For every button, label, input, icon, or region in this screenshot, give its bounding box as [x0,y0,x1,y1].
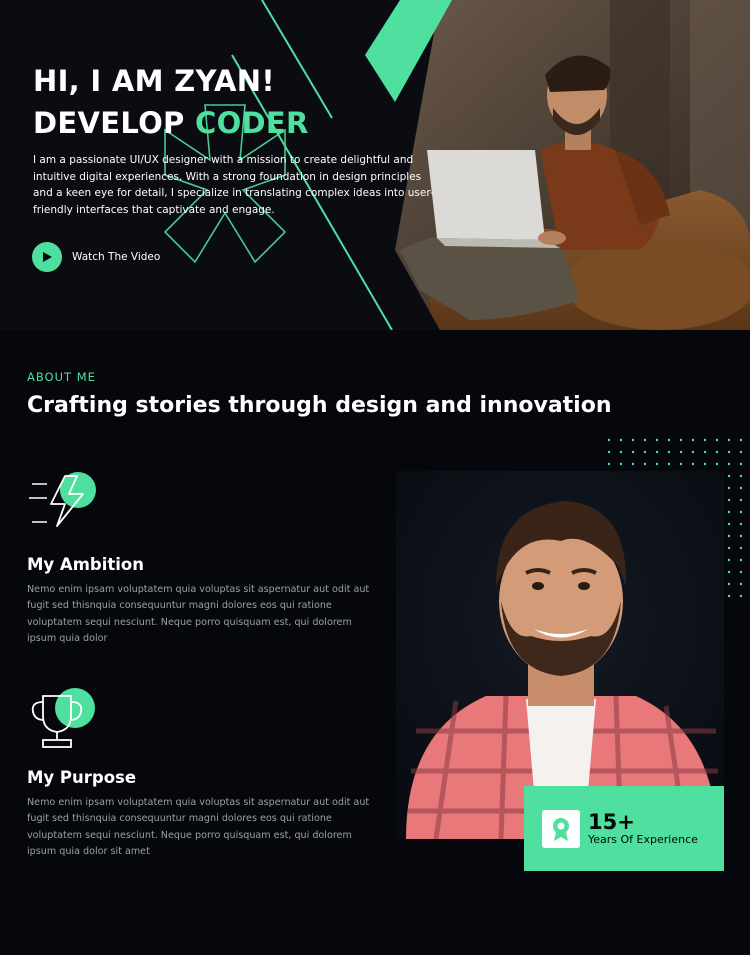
experience-label: Years Of Experience [588,833,698,846]
hero-heading-line2-accent: CODER [195,106,309,140]
hero-heading-line1: HI, I AM ZYAN! [33,64,275,98]
portrait-photo [396,471,724,839]
feature-purpose: My Purpose Nemo enim ipsam voluptatem qu… [27,768,377,860]
about-section-label: ABOUT ME [27,370,96,384]
feature-title: My Purpose [27,768,137,787]
hero-heading-line2-white: DEVELOP [33,106,185,140]
watch-video-link[interactable]: Watch The Video [32,242,160,272]
trophy-icon [31,688,95,748]
experience-icon-box [542,809,580,848]
feature-text: Nemo enim ipsam voluptatem quia voluptas… [27,797,370,857]
bolt-icon [29,472,96,527]
feature-ambition: My Ambition Nemo enim ipsam voluptatem q… [27,555,377,647]
play-button[interactable] [32,242,62,272]
about-section-title: Crafting stories through design and inno… [27,393,612,418]
experience-card: 15+ Years Of Experience [524,786,724,871]
feature-title: My Ambition [27,555,144,574]
experience-number: 15+ [588,810,635,834]
award-icon [553,817,569,841]
smiling-man-portrait [396,471,724,839]
play-icon [43,252,52,262]
feature-text: Nemo enim ipsam voluptatem quia voluptas… [27,584,370,644]
experience-text: 15+ Years Of Experience [588,811,698,846]
hero-description: I am a passionate UI/UX designer with a … [33,154,434,216]
watch-video-label[interactable]: Watch The Video [72,251,160,263]
hero-section: HI, I AM ZYAN! DEVELOP CODER I am a pass… [0,0,750,330]
hero-heading: HI, I AM ZYAN! DEVELOP CODER [33,60,309,144]
